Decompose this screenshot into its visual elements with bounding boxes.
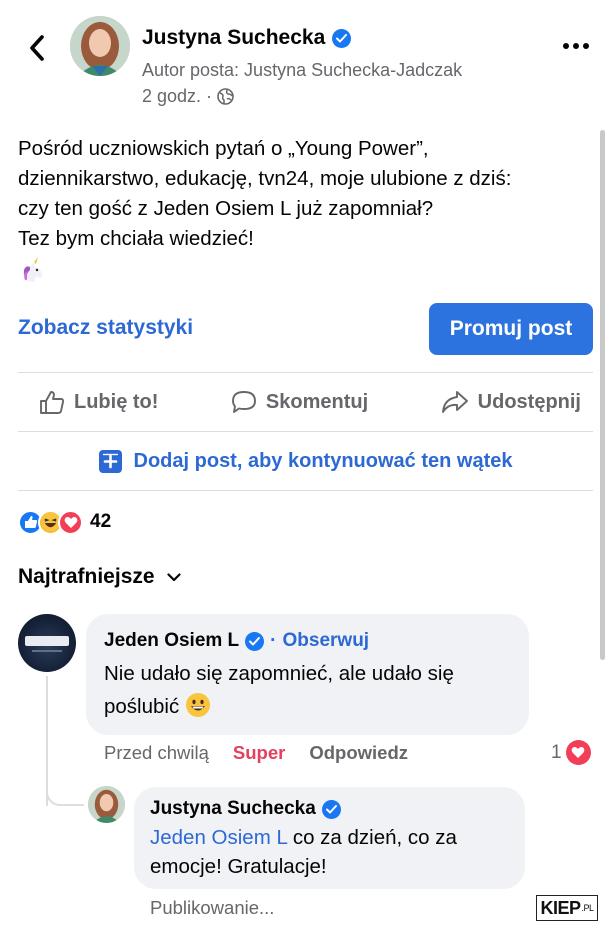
thread-connector <box>46 770 84 806</box>
thumbs-up-icon <box>40 390 65 414</box>
add-post-icon <box>98 449 122 473</box>
grinning-face-emoji <box>185 693 210 717</box>
verified-badge-icon <box>332 28 352 48</box>
commenter-avatar[interactable] <box>18 614 76 672</box>
post-line: Pośród uczniowskich pytań o „Young Power… <box>18 137 429 160</box>
author-subtitle: Autor posta: Justyna Suchecka-Jadczak <box>142 60 463 80</box>
reaction-super-button[interactable]: Super <box>233 742 285 764</box>
post-text: Pośród uczniowskich pytań o „Young Power… <box>18 134 593 254</box>
comment-label: Skomentuj <box>265 390 369 413</box>
publishing-status: Publikowanie... <box>150 897 275 918</box>
author-avatar[interactable] <box>70 16 130 76</box>
chevron-down-icon <box>166 572 181 581</box>
add-post-label: Dodaj post, aby kontynuować ten wątek <box>133 449 513 472</box>
sort-label: Najtrafniejsze <box>18 565 155 588</box>
comment-bubble[interactable]: Jeden Osiem L · Obserwuj Nie udało się z… <box>86 614 529 735</box>
reply-bubble[interactable]: Justyna Suchecka Jeden Osiem L co za dzi… <box>134 787 525 889</box>
share-button[interactable]: Udostępnij <box>441 390 581 414</box>
verified-badge-icon <box>245 631 265 651</box>
follow-separator: · <box>270 630 277 651</box>
comment-bubble-icon <box>231 390 256 413</box>
like-button[interactable]: Lubię to! <box>39 390 158 415</box>
comment-text: Nie udało się zapomnieć, ale udało się p… <box>104 657 454 723</box>
post-line: dziennikarstwo, edukację, tvn24, moje ul… <box>18 167 512 190</box>
comment-author: Jeden Osiem L · Obserwuj <box>104 630 370 652</box>
unicorn-emoji <box>23 257 43 282</box>
love-reaction-icon <box>58 509 83 535</box>
more-dot <box>583 43 589 49</box>
verified-badge-icon <box>321 799 341 819</box>
post-line: Tez bym chciała wiedzieć! <box>18 227 254 250</box>
scrollbar[interactable] <box>600 130 605 660</box>
promote-post-button[interactable]: Promuj post <box>429 303 593 355</box>
post-header: Justyna Suchecka Autor posta: Justyna Su… <box>0 0 610 120</box>
reaction-count: 42 <box>90 511 112 532</box>
post-actions-bar: Lubię to! Skomentuj Udostępnij <box>18 373 593 431</box>
add-thread-post-button[interactable]: Dodaj post, aby kontynuować ten wątek <box>18 432 593 490</box>
post-line: czy ten gość z Jeden Osiem L już zapomni… <box>18 197 434 220</box>
like-label: Lubię to! <box>74 390 159 413</box>
follow-link[interactable]: Obserwuj <box>283 630 370 652</box>
divider <box>18 490 593 491</box>
comment-line-2: poślubić <box>104 690 454 723</box>
reply-button[interactable]: Odpowiedz <box>309 742 408 764</box>
comment-time[interactable]: Przed chwilą <box>104 742 209 764</box>
love-reaction-icon <box>565 740 591 765</box>
post-time[interactable]: 2 godz. · <box>142 86 212 107</box>
chevron-left-icon <box>30 35 44 61</box>
mention-link[interactable]: Jeden Osiem L <box>150 826 287 849</box>
comment-line: Nie udało się zapomnieć, ale udało się <box>104 662 454 685</box>
comment-reactions[interactable]: 1 <box>551 740 591 765</box>
comment-button[interactable]: Skomentuj <box>231 390 368 415</box>
comment-reaction-count: 1 <box>551 741 562 763</box>
comment-meta: Przed chwilą Super Odpowiedz <box>104 742 408 764</box>
see-statistics-link[interactable]: Zobacz statystyki <box>18 316 193 340</box>
back-button[interactable] <box>18 30 54 66</box>
reply-line-2: emocje! Gratulacje! <box>150 855 327 878</box>
reactions-summary[interactable]: 42 <box>18 508 111 536</box>
post-meta: 2 godz. · <box>142 86 234 107</box>
more-dot <box>573 43 579 49</box>
share-arrow-icon <box>441 391 468 413</box>
reply-text: Jeden Osiem L co za dzień, co za emocje!… <box>150 823 457 881</box>
more-options-icon[interactable] <box>556 30 596 62</box>
reply-line-1: Jeden Osiem L co za dzień, co za <box>150 826 457 849</box>
brand-logo-bar <box>25 636 69 646</box>
brand-logo-line <box>32 650 62 652</box>
more-dot <box>563 43 569 49</box>
reply-author-avatar[interactable] <box>88 786 125 823</box>
share-label: Udostępnij <box>477 390 581 413</box>
comment-sort-dropdown[interactable]: Najtrafniejsze <box>18 565 181 589</box>
site-watermark-logo: KIEP .PL <box>536 895 598 921</box>
author-name[interactable]: Justyna Suchecka <box>142 26 352 50</box>
reply-author: Justyna Suchecka <box>150 798 341 820</box>
globe-icon <box>217 88 234 105</box>
